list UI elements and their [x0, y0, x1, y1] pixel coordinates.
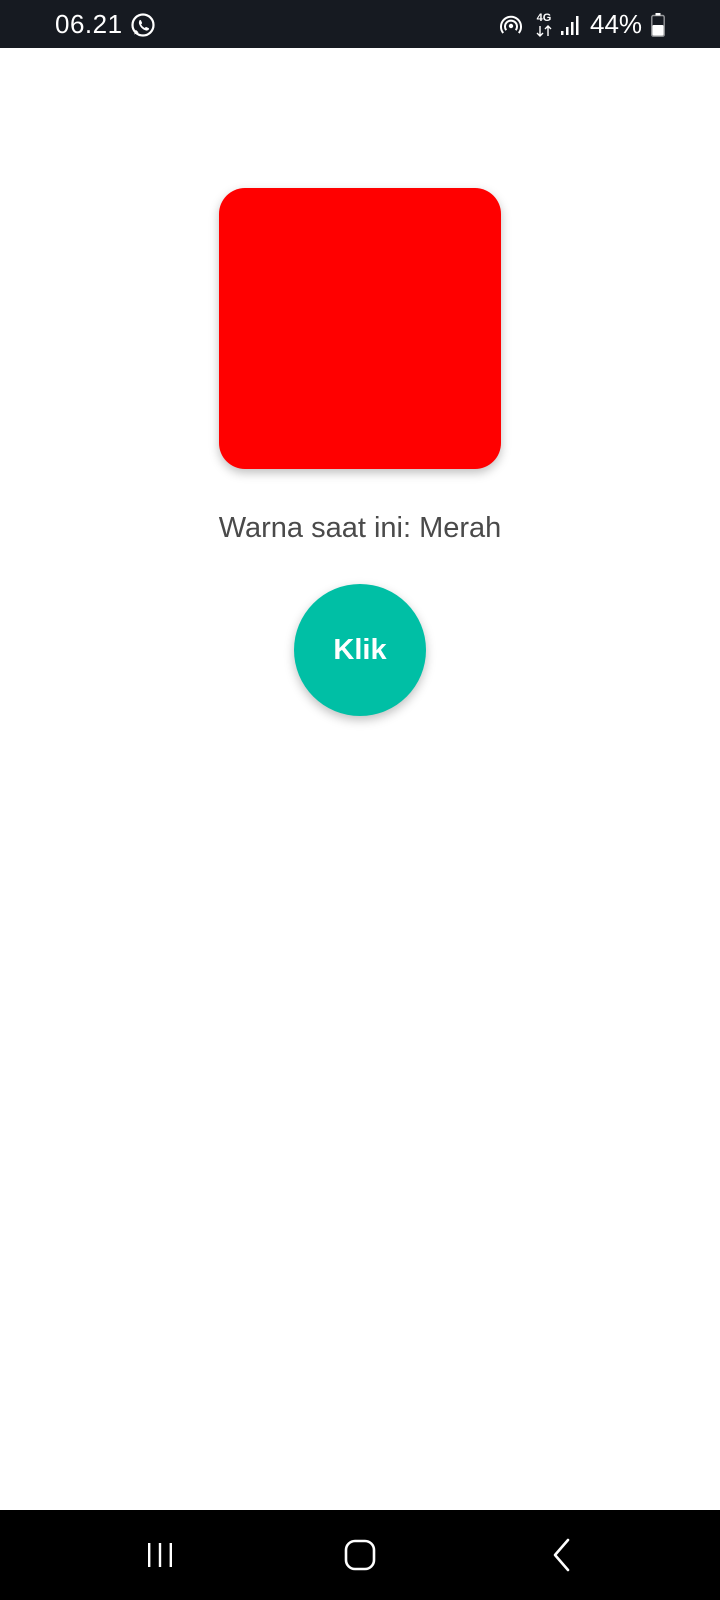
- recents-button[interactable]: [130, 1530, 190, 1580]
- home-icon: [344, 1539, 376, 1571]
- hotspot-icon: [500, 14, 522, 36]
- battery-percent: 44%: [590, 9, 643, 39]
- network-type-label: 4G: [536, 12, 552, 24]
- app-screen: 06.21 4G 44% Warna saat ini: Merah Klik: [0, 0, 720, 1600]
- whatsapp-icon: [130, 12, 156, 38]
- back-icon: [553, 1538, 570, 1572]
- recents-icon: [148, 1543, 172, 1567]
- network-type-indicator: 4G: [534, 12, 554, 40]
- data-arrows-icon: [536, 25, 552, 37]
- status-time: 06.21: [55, 9, 123, 39]
- color-box: [219, 188, 501, 469]
- status-bar: 06.21 4G 44%: [0, 0, 720, 48]
- click-button[interactable]: Klik: [294, 584, 426, 716]
- home-button[interactable]: [330, 1530, 390, 1580]
- signal-icon: [560, 14, 582, 36]
- battery-icon: [651, 13, 665, 37]
- navigation-bar: [0, 1510, 720, 1600]
- current-color-label: Warna saat ini: Merah: [218, 512, 502, 544]
- back-button[interactable]: [532, 1530, 592, 1580]
